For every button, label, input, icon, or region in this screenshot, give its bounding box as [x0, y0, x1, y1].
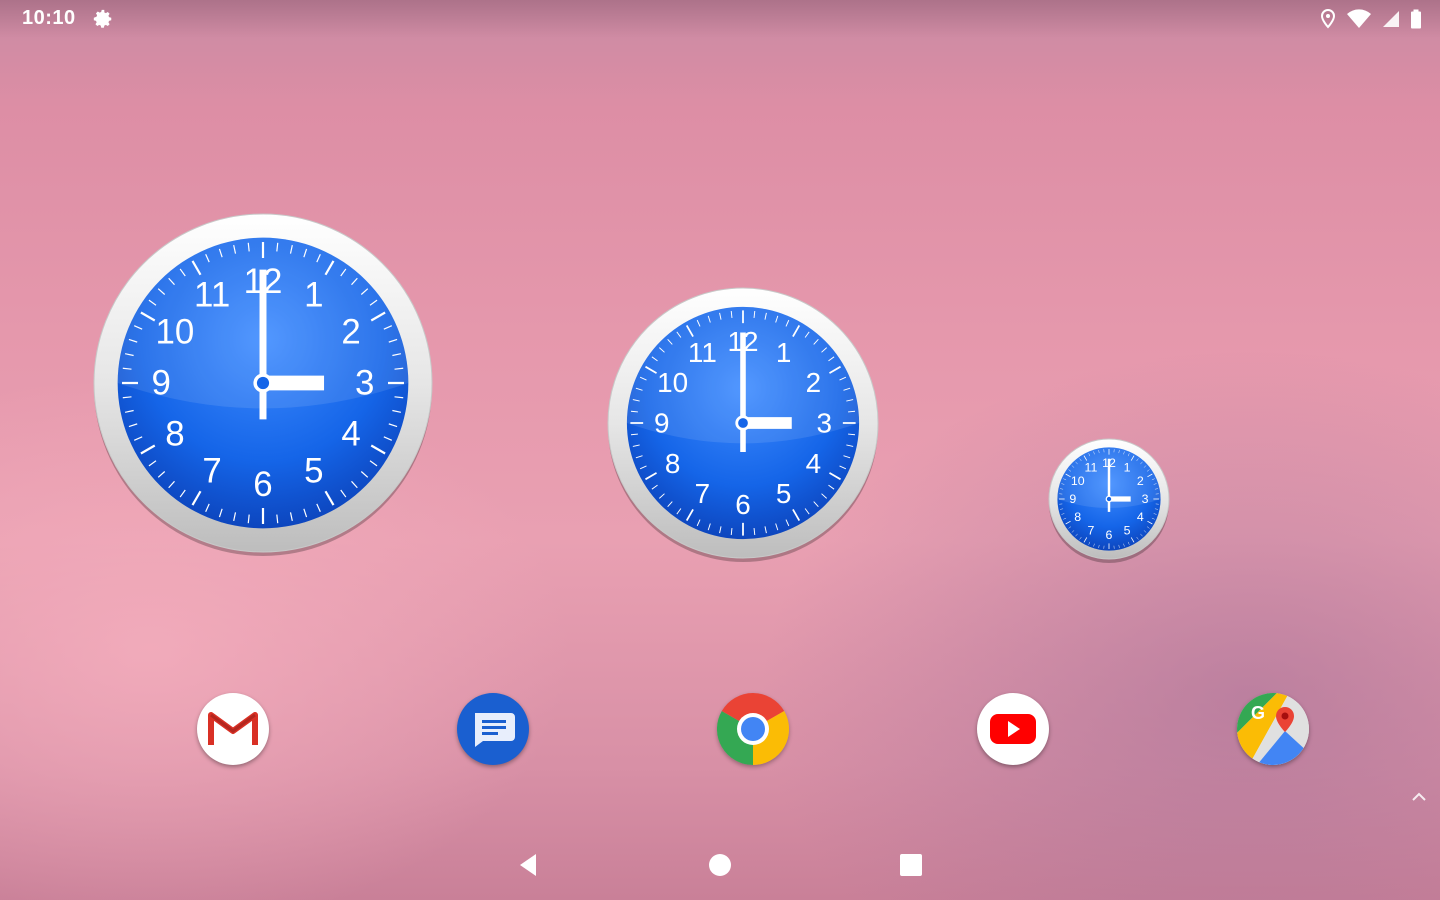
clock-center-pin [253, 373, 273, 393]
app-drawer-caret-icon[interactable] [1410, 790, 1428, 804]
status-icons [1320, 8, 1422, 30]
gmail-app-icon[interactable] [197, 693, 269, 765]
clock-numeral: 11 [1085, 461, 1098, 475]
svg-text:G: G [1251, 703, 1265, 723]
clock-numeral: 4 [1137, 510, 1144, 524]
clock-center-pin [1105, 495, 1113, 503]
clock-numeral: 5 [304, 452, 323, 491]
battery-icon [1411, 9, 1421, 29]
back-button[interactable] [508, 845, 548, 885]
home-button[interactable] [700, 845, 740, 885]
cell-signal-icon [1383, 11, 1399, 27]
clock-numeral: 6 [735, 489, 751, 520]
clock-center-pin [735, 415, 751, 431]
maps-icon: G [1237, 693, 1309, 765]
clock-numeral: 9 [152, 364, 171, 403]
clock-numeral: 2 [1137, 474, 1144, 488]
clock-numeral: 1 [304, 275, 323, 314]
clock-numeral: 8 [165, 414, 184, 453]
clock-numeral: 7 [202, 452, 221, 491]
chrome-app-icon[interactable] [717, 693, 789, 765]
back-icon [520, 854, 536, 876]
clock-numeral: 3 [355, 364, 374, 403]
clock-numeral: 8 [1074, 510, 1081, 524]
clock-numeral: 5 [776, 478, 792, 509]
navigation-bar [0, 828, 1440, 900]
clock-numeral: 10 [657, 367, 688, 398]
clock-numeral: 6 [1106, 528, 1113, 542]
youtube-icon [990, 714, 1036, 744]
clock-numeral: 8 [665, 448, 681, 479]
status-bar: 10:10 [0, 0, 1440, 38]
status-time: 10:10 [22, 7, 76, 29]
clock-numeral: 2 [341, 313, 360, 352]
clock-numeral: 9 [654, 408, 670, 439]
clock-numeral: 6 [253, 465, 272, 504]
wifi-icon [1347, 9, 1371, 28]
clock-numeral: 1 [776, 337, 792, 368]
home-icon [709, 854, 731, 876]
clock-numeral: 9 [1069, 492, 1076, 506]
clock-numeral: 3 [817, 408, 833, 439]
recents-button[interactable] [891, 845, 931, 885]
clock-numeral: 5 [1124, 523, 1131, 537]
clock-numeral: 4 [341, 414, 360, 453]
clock-numeral: 7 [1087, 523, 1094, 537]
clock-widget-medium[interactable]: 121234567891011 [606, 286, 880, 566]
clock-numeral: 7 [695, 478, 711, 509]
maps-app-icon[interactable]: G [1237, 693, 1309, 765]
clock-numeral: 11 [688, 337, 717, 368]
recents-icon [900, 854, 922, 876]
clock-numeral: 3 [1142, 492, 1149, 506]
clock-numeral: 2 [806, 367, 822, 398]
clock-numeral: 10 [155, 313, 194, 352]
messages-app-icon[interactable] [457, 693, 529, 765]
messages-icon [475, 713, 515, 747]
clock-numeral: 1 [1124, 461, 1131, 475]
chrome-icon [717, 693, 789, 765]
clock-widget-small[interactable]: 121234567891011 [1047, 437, 1171, 565]
location-icon [1320, 9, 1336, 29]
clock-widget-large[interactable]: 121234567891011 [92, 212, 434, 560]
clock-numeral: 4 [806, 448, 822, 479]
clock-numeral: 10 [1071, 474, 1085, 488]
youtube-app-icon[interactable] [977, 693, 1049, 765]
clock-numeral: 11 [194, 275, 230, 314]
gmail-icon [208, 712, 258, 745]
settings-gear-icon [93, 9, 112, 28]
